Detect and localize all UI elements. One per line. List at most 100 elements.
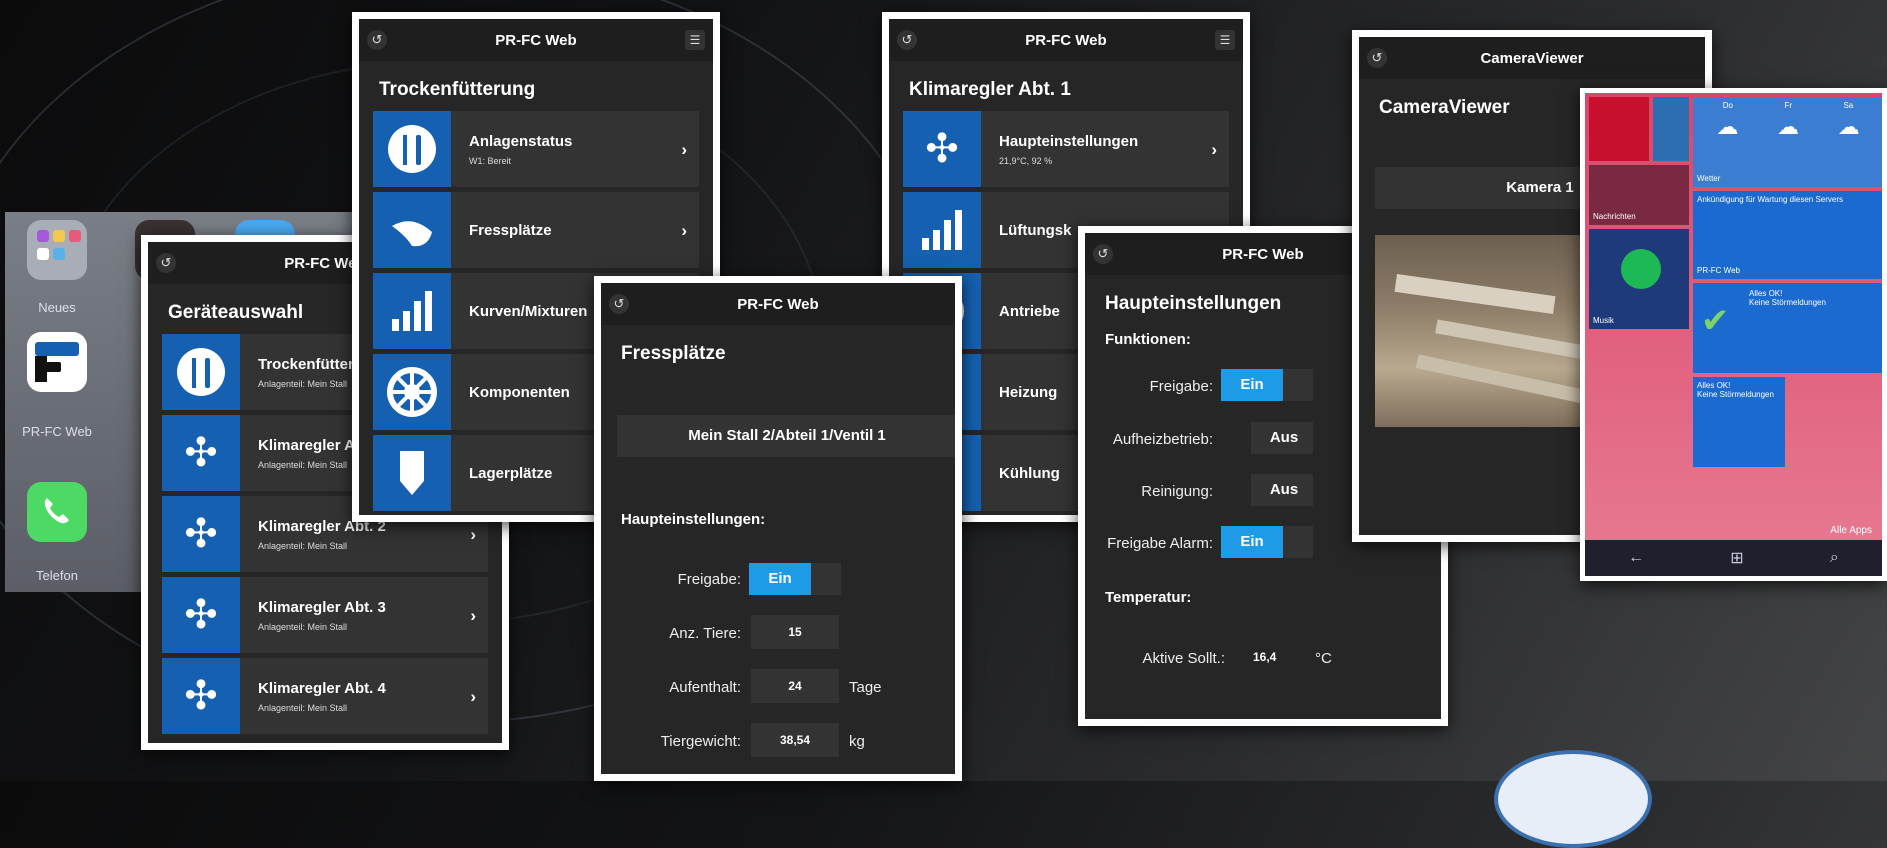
soll-unit: °C (1315, 650, 1332, 667)
back-icon[interactable]: ↺ (609, 294, 629, 314)
news-tile-label: Nachrichten (1593, 212, 1636, 221)
reinigung-label: Reinigung: (1141, 483, 1213, 500)
aufheiz-toggle[interactable]: Aus (1221, 422, 1313, 454)
soll-label: Aktive Sollt.: (1142, 650, 1225, 667)
soll-value: 16,4 (1253, 650, 1277, 664)
list-item-anlagenstatus[interactable]: Anlagenstatus W1: Bereit › (373, 111, 699, 187)
ok-tile[interactable]: ✔ Alles OK! Keine Störmeldungen (1693, 283, 1882, 373)
checkmark-icon: ✔ (1701, 302, 1730, 340)
tiere-field[interactable]: 15 (751, 615, 839, 649)
notification-tile[interactable]: Ankündigung für Wartung diesen Servers P… (1693, 191, 1882, 279)
page-heading: Trockenfütterung (379, 79, 536, 100)
list-item-fressplaetze[interactable]: Fressplätze › (373, 192, 699, 268)
app-title: PR-FC Web (1222, 245, 1304, 263)
alarm-toggle[interactable]: Ein (1221, 526, 1313, 558)
item-label: Anlagenstatus (469, 132, 573, 150)
list-item-haupteinstellungen[interactable]: ✣ Haupteinstellungen 21,9°C, 92 % › (903, 111, 1229, 187)
bars-icon (373, 273, 451, 349)
item-label: Heizung (999, 383, 1058, 401)
section-temperatur: Temperatur: (1105, 589, 1192, 606)
location-button[interactable]: Mein Stall 2/Abteil 1/Ventil 1 (617, 415, 955, 457)
ok-sub-small: Keine Störmeldungen (1697, 390, 1774, 399)
back-icon[interactable]: ↺ (367, 30, 387, 50)
notification-app-label: PR-FC Web (1697, 266, 1740, 275)
aufheiz-label: Aufheizbetrieb: (1112, 431, 1213, 448)
aufenthalt-label: Aufenthalt: (669, 679, 741, 696)
fan-icon: ✣ (162, 577, 240, 653)
item-label: Haupteinstellungen (999, 132, 1139, 150)
gewicht-label: Tiergewicht: (660, 733, 741, 750)
item-label: Komponenten (469, 383, 570, 401)
list-item-klima-4[interactable]: ✣ Klimaregler Abt. 4 Anlagenteil: Mein St… (162, 658, 488, 734)
photo-tile[interactable] (1589, 97, 1649, 161)
back-icon[interactable]: ↺ (897, 30, 917, 50)
fan-icon: ✣ (162, 658, 240, 734)
reinigung-toggle[interactable]: Aus (1221, 474, 1313, 506)
ok-title-small: Alles OK! (1697, 381, 1731, 390)
section-funktionen: Funktionen: (1105, 331, 1191, 348)
app-title: CameraViewer (1480, 49, 1584, 67)
title-bar: ↺ PR-FC Web ☰ (359, 19, 713, 61)
gewicht-unit: kg (849, 733, 865, 750)
menu-icon[interactable]: ☰ (1215, 30, 1235, 50)
chevron-right-icon: › (470, 606, 476, 625)
page-heading: Klimaregler Abt. 1 (909, 79, 1071, 100)
logo-tile[interactable] (1653, 97, 1689, 161)
gewicht-field[interactable]: 38,54 (751, 723, 839, 757)
back-arrow-icon[interactable]: ← (1628, 549, 1644, 567)
music-tile[interactable]: Musik (1589, 229, 1689, 329)
chevron-right-icon: › (681, 221, 687, 240)
title-bar: ↺ PR-FC Web ☰ (889, 19, 1243, 61)
aufenthalt-unit: Tage (849, 679, 882, 696)
toggle-knob (1221, 422, 1251, 454)
toggle-value: Ein (1221, 526, 1283, 558)
ok-sub: Keine Störmeldungen (1749, 298, 1826, 307)
title-bar: ↺ CameraViewer (1359, 37, 1705, 79)
item-sub: 21,9°C, 92 % (999, 155, 1053, 166)
app-title: PR-FC Web (1025, 31, 1107, 49)
nav-bar: ← ⊞ ⌕ (1585, 540, 1882, 576)
chevron-right-icon: › (1211, 140, 1217, 159)
freigabe-toggle[interactable]: Ein (749, 563, 841, 595)
toggle-value: Aus (1269, 481, 1299, 498)
toggle-value: Aus (1269, 429, 1299, 446)
app-title: PR-FC Web (495, 31, 577, 49)
menu-icon[interactable]: ☰ (685, 30, 705, 50)
back-icon[interactable]: ↺ (156, 253, 176, 273)
item-label: Lüftungsk (999, 221, 1072, 239)
news-tile[interactable]: Nachrichten (1589, 165, 1689, 225)
alarm-label: Freigabe Alarm: (1107, 535, 1213, 552)
back-icon[interactable]: ↺ (1367, 48, 1387, 68)
panel-fressplaetze: ↺ PR-FC Web Fressplätze Mein Stall 2/Abt… (594, 276, 962, 781)
cutlery-icon (373, 111, 451, 187)
freigabe-toggle[interactable]: Ein (1221, 369, 1313, 401)
list-item-klima-3[interactable]: ✣ Klimaregler Abt. 3 Anlagenteil: Mein St… (162, 577, 488, 653)
all-apps-link[interactable]: Alle Apps (1830, 525, 1872, 536)
phone-app-icon[interactable] (27, 482, 87, 542)
weather-cloud-icons: ☁ ☁ ☁ (1716, 114, 1860, 139)
back-icon[interactable]: ↺ (1093, 244, 1113, 264)
weather-day-1: Do (1722, 101, 1733, 110)
item-sub: Anlagenteil: Mein Stall (258, 540, 348, 551)
toggle-knob (1221, 474, 1251, 506)
item-label: Klimaregler Abt. 4 (258, 679, 386, 697)
app-title: PR-FC Web (737, 295, 819, 313)
item-label: Fressplätze (469, 221, 552, 239)
search-icon[interactable]: ⌕ (1830, 549, 1839, 567)
item-sub: Anlagenteil: Mein Stall (258, 702, 348, 713)
pr-fc-app-icon[interactable] (27, 332, 87, 392)
folder-app-label: Neues (38, 300, 76, 315)
ok-tile-small[interactable]: Alles OK! Keine Störmeldungen (1693, 377, 1785, 467)
weather-tile[interactable]: Do Fr Sa ☁ ☁ ☁ Wetter (1693, 97, 1882, 187)
freigabe-label: Freigabe: (677, 571, 741, 588)
cutlery-icon (162, 334, 240, 410)
aufenthalt-field[interactable]: 24 (751, 669, 839, 703)
bars-icon (903, 192, 981, 268)
item-label: Antriebe (999, 302, 1060, 320)
pr-fc-logo-icon (35, 342, 79, 382)
item-label: Kurven/Mixturen (469, 302, 588, 320)
phone-icon (44, 498, 69, 524)
silo-icon (373, 435, 451, 511)
folder-app-icon[interactable] (27, 220, 87, 280)
windows-icon[interactable]: ⊞ (1730, 548, 1743, 568)
